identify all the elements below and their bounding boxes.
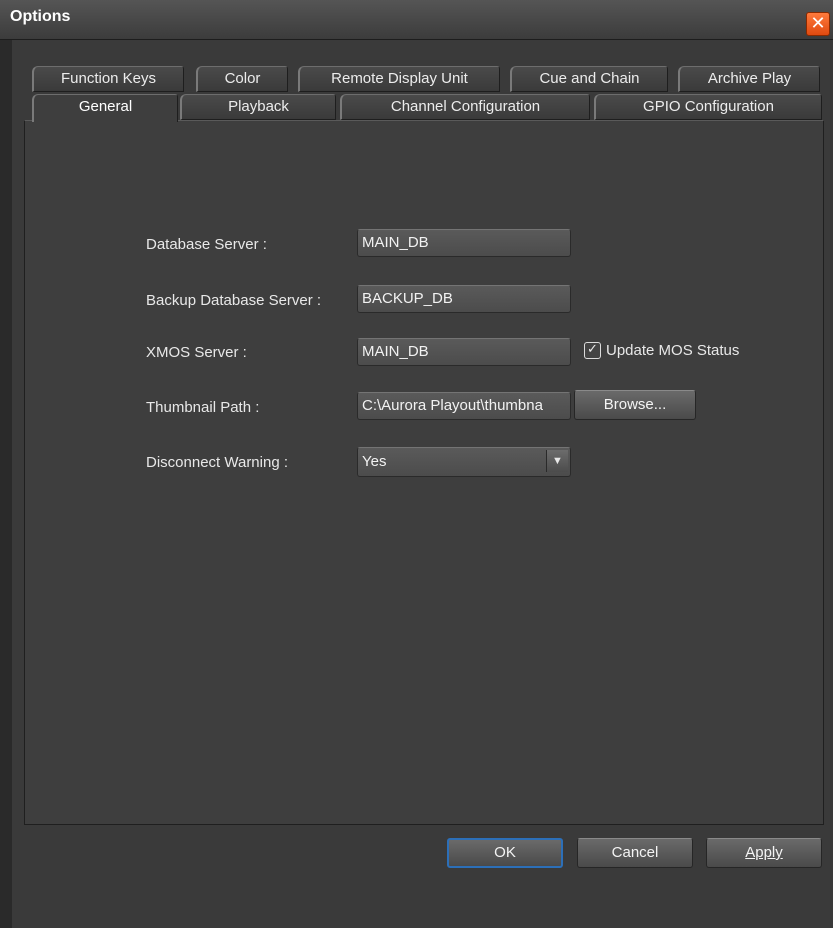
update-mos-status-checkbox[interactable]: ✓ — [584, 342, 601, 359]
tab-playback[interactable]: Playback — [180, 94, 336, 120]
thumbnail-path-label: Thumbnail Path : — [146, 399, 260, 416]
ok-button[interactable]: OK — [447, 838, 563, 868]
thumbnail-path-input[interactable]: C:\Aurora Playout\thumbna — [357, 392, 571, 420]
database-server-label: Database Server : — [146, 236, 267, 253]
cancel-button[interactable]: Cancel — [577, 838, 693, 868]
backup-database-server-input[interactable]: BACKUP_DB — [357, 285, 571, 313]
tab-gpio-configuration[interactable]: GPIO Configuration — [594, 94, 822, 120]
tab-color[interactable]: Color — [196, 66, 288, 92]
browse-button[interactable]: Browse... — [574, 390, 696, 420]
tab-channel-configuration[interactable]: Channel Configuration — [340, 94, 590, 120]
options-dialog: Options ✕ Function Keys Color Remote Dis… — [0, 0, 833, 928]
window-left-edge — [0, 40, 12, 928]
apply-button[interactable]: Apply — [706, 838, 822, 868]
window-title: Options — [10, 8, 71, 25]
update-mos-status-label[interactable]: Update MOS Status — [606, 342, 739, 359]
xmos-server-input[interactable]: MAIN_DB — [357, 338, 571, 366]
chevron-down-icon[interactable]: ▼ — [546, 450, 568, 472]
close-button[interactable]: ✕ — [806, 12, 830, 36]
tab-archive-play[interactable]: Archive Play — [678, 66, 820, 92]
tab-remote-display-unit[interactable]: Remote Display Unit — [298, 66, 500, 92]
tab-general[interactable]: General — [32, 94, 178, 122]
disconnect-warning-value: Yes — [362, 453, 387, 470]
disconnect-warning-select[interactable]: Yes ▼ — [357, 447, 571, 477]
tab-cue-and-chain[interactable]: Cue and Chain — [510, 66, 668, 92]
disconnect-warning-label: Disconnect Warning : — [146, 454, 289, 471]
tab-function-keys[interactable]: Function Keys — [32, 66, 184, 92]
close-icon: ✕ — [810, 13, 826, 34]
title-bar: Options ✕ — [0, 0, 833, 40]
backup-database-server-label: Backup Database Server : — [146, 292, 322, 309]
xmos-server-label: XMOS Server : — [146, 344, 247, 361]
checkmark-icon: ✓ — [587, 342, 598, 357]
database-server-input[interactable]: MAIN_DB — [357, 229, 571, 257]
